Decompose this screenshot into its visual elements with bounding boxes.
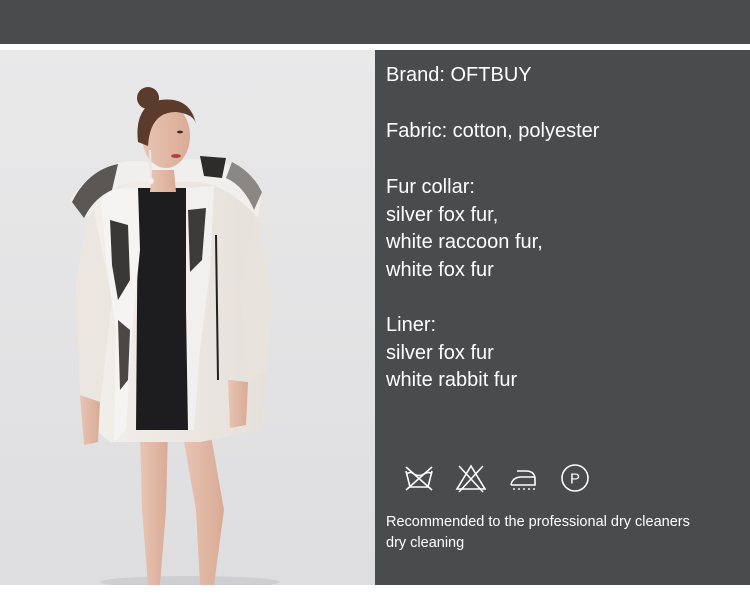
fur-collar-heading: Fur collar: bbox=[386, 176, 475, 198]
bottom-strip bbox=[0, 585, 750, 596]
do-not-bleach-icon bbox=[455, 464, 487, 493]
model-in-fur-parka-illustration bbox=[70, 87, 280, 585]
liner-item: white rabbit fur bbox=[386, 369, 518, 391]
top-banner bbox=[0, 0, 750, 44]
p-symbol-text: P bbox=[570, 471, 580, 488]
iron-low-heat-icon bbox=[510, 470, 536, 490]
fabric-label: Fabric: cotton, polyester bbox=[386, 120, 600, 142]
care-note-line: dry cleaning bbox=[386, 534, 465, 551]
care-symbols: P bbox=[403, 458, 591, 498]
product-spec-panel: Brand: OFTBUY Fabric: cotton, polyester … bbox=[375, 50, 750, 585]
fur-collar-item: silver fox fur, bbox=[386, 203, 499, 226]
product-photo bbox=[0, 50, 375, 585]
brand-label: Brand: OFTBUY bbox=[386, 64, 532, 86]
care-note-line: Recommended to the professional dry clea… bbox=[386, 514, 690, 530]
professional-dry-clean-p-icon: P bbox=[561, 464, 589, 492]
fur-collar-item: white fox fur bbox=[386, 258, 494, 281]
do-not-wash-icon bbox=[405, 466, 433, 491]
liner-item: silver fox fur bbox=[386, 341, 494, 364]
liner-heading: Liner: bbox=[386, 314, 437, 336]
fur-collar-item: white raccoon fur, bbox=[386, 231, 543, 253]
